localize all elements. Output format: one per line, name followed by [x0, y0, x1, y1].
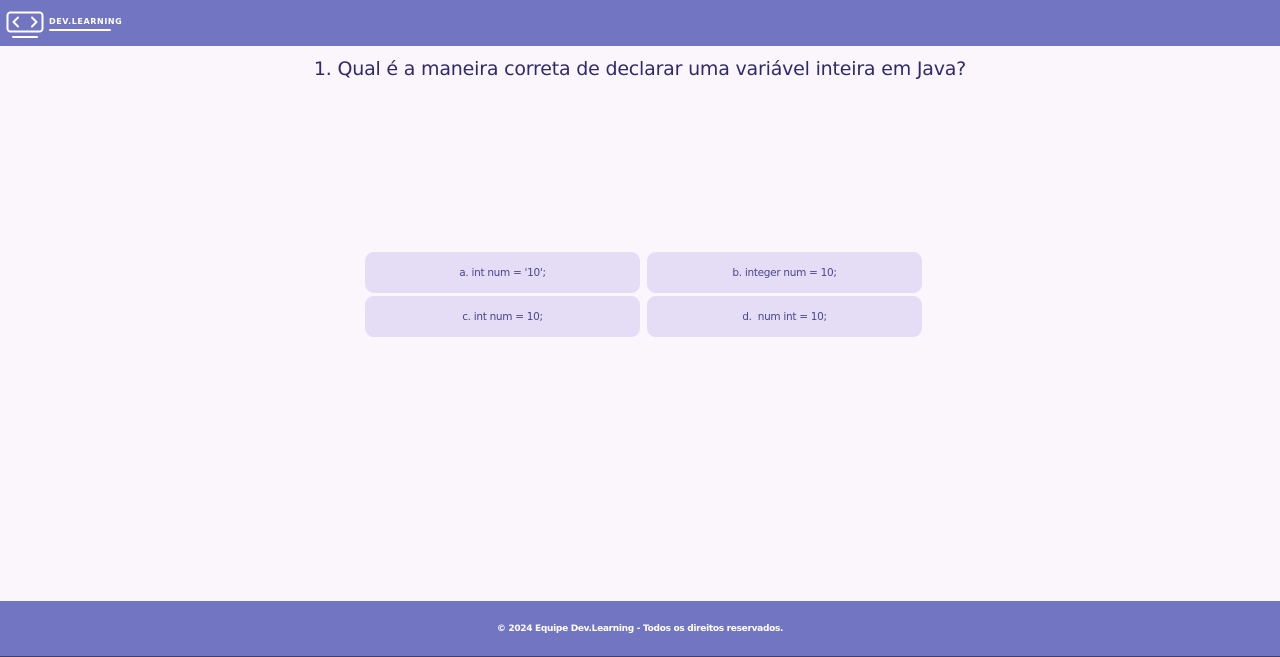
option-d-button[interactable]: d. num int = 10; — [647, 296, 922, 337]
site-header: DEV.LEARNING — [0, 0, 1280, 46]
logo-text: DEV.LEARNING — [49, 17, 123, 26]
option-c-button[interactable]: c. int num = 10; — [365, 296, 640, 337]
copyright-text: © 2024 Equipe Dev.Learning - Todos os di… — [496, 623, 784, 634]
logo-link[interactable]: DEV.LEARNING — [6, 11, 122, 40]
option-a-button[interactable]: a. int num = '10'; — [365, 252, 640, 293]
answer-options: a. int num = '10'; b. integer num = 10; … — [365, 252, 922, 337]
logo-wordmark: DEV.LEARNING — [49, 17, 122, 31]
option-b-button[interactable]: b. integer num = 10; — [647, 252, 922, 293]
logo-underline — [49, 29, 111, 31]
code-brackets-monitor-icon — [6, 11, 44, 38]
site-footer: © 2024 Equipe Dev.Learning - Todos os di… — [0, 601, 1280, 657]
question-title: 1. Qual é a maneira correta de declarar … — [313, 58, 967, 80]
